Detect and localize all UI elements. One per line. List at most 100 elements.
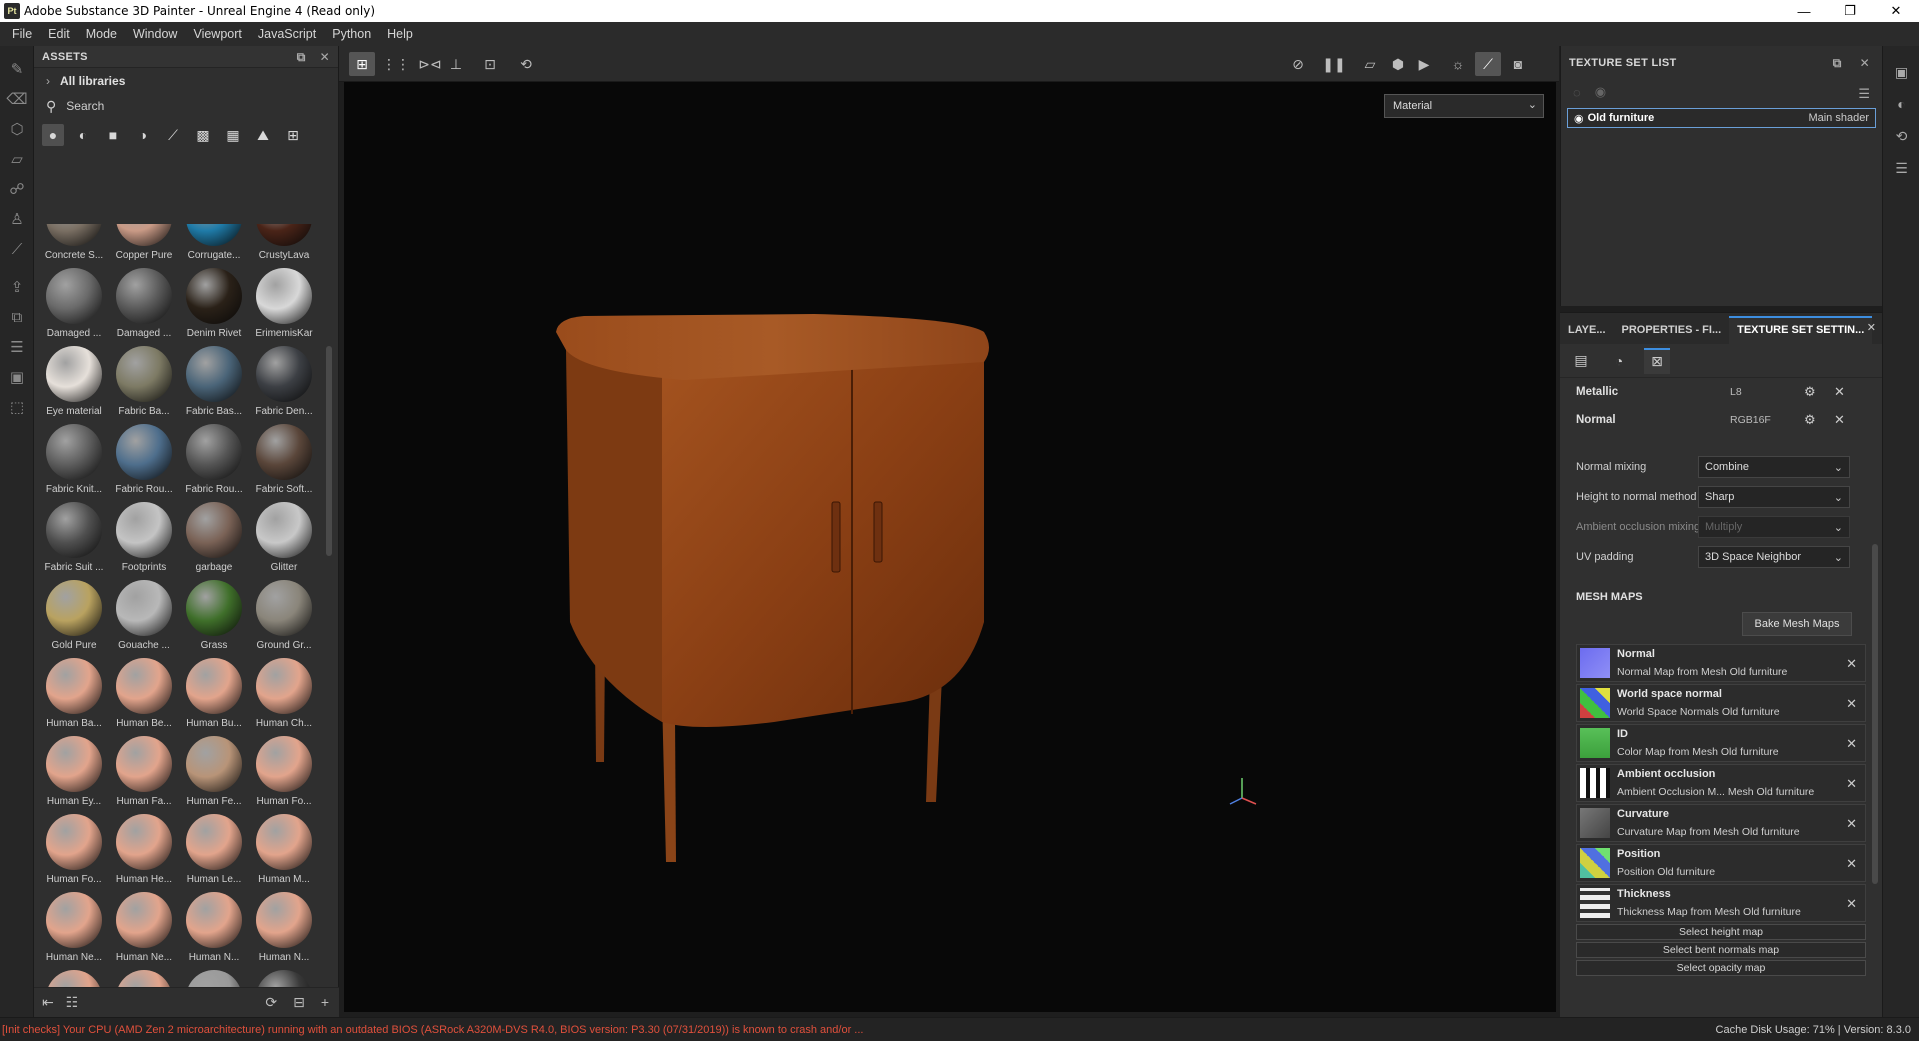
calendar-icon[interactable]: ▤	[1568, 348, 1594, 374]
frame-icon[interactable]: ⊡	[477, 52, 503, 76]
material-thumbnail[interactable]: Fabric Bas...	[180, 346, 248, 424]
color-picker-icon[interactable]: ⟋	[0, 234, 34, 264]
material-thumbnail[interactable]: Human He...	[110, 814, 178, 892]
channel-format[interactable]: RGB16F	[1730, 414, 1771, 426]
select-opacity-map-button[interactable]: Select opacity map	[1576, 960, 1866, 976]
channel-format[interactable]: L8	[1730, 386, 1742, 398]
remove-mesh-map-icon[interactable]: ✕	[1846, 776, 1857, 792]
texture-set-row[interactable]: ◉ Old furniture Main shader	[1567, 108, 1876, 128]
menu-mode[interactable]: Mode	[78, 27, 125, 41]
gear-icon[interactable]: ⚙	[1804, 384, 1816, 400]
material-thumbnail[interactable]: ErimemisKar	[250, 268, 318, 346]
material-thumbnail[interactable]: Human Ne...	[40, 892, 108, 970]
material-thumbnail[interactable]: Footprints	[110, 502, 178, 580]
tab-texture-set-settings[interactable]: TEXTURE SET SETTIN...	[1729, 316, 1873, 344]
material-thumbnail[interactable]: Human Bu...	[180, 658, 248, 736]
normal-mixing-select[interactable]: Combine ⌄	[1698, 456, 1850, 478]
paint-mode-icon[interactable]: ⟋	[1475, 52, 1501, 76]
paint-brush-icon[interactable]: ✎	[0, 54, 34, 84]
material-thumbnail[interactable]: Fabric Soft...	[250, 424, 318, 502]
bake-mesh-maps-button[interactable]: Bake Mesh Maps	[1742, 612, 1852, 636]
menu-icon[interactable]: ☰	[1858, 86, 1870, 102]
shelf-icon[interactable]: ⬚	[0, 392, 34, 422]
shader-settings-icon[interactable]: ◐	[1883, 88, 1919, 120]
layer-stack-icon[interactable]: ☰	[0, 332, 34, 362]
material-thumbnail[interactable]: Human N...	[250, 892, 318, 970]
material-thumbnail[interactable]: Corrugate...	[180, 224, 248, 268]
material-thumbnail[interactable]: Fabric Rou...	[110, 424, 178, 502]
screenshot-icon[interactable]: ◙	[1505, 52, 1531, 76]
pause-icon[interactable]: ❚❚	[1321, 52, 1347, 76]
material-thumbnail[interactable]: Damaged ...	[40, 268, 108, 346]
material-thumbnail[interactable]: Human Ne...	[110, 892, 178, 970]
material-thumbnail[interactable]: Grass	[180, 580, 248, 658]
filter-brushes-icon[interactable]: ⟋	[162, 124, 184, 146]
mesh-map-row[interactable]: ID Color Map from Mesh Old furniture ✕	[1576, 724, 1866, 762]
grid-view-icon[interactable]: ⊞	[282, 124, 304, 146]
remove-channel-icon[interactable]: ✕	[1834, 384, 1845, 400]
log-icon[interactable]: ☰	[1883, 152, 1919, 184]
mesh-map-row[interactable]: Curvature Curvature Map from Mesh Old fur…	[1576, 804, 1866, 842]
smudge-icon[interactable]: ☍	[0, 174, 34, 204]
gear-icon[interactable]: ⚙	[1804, 412, 1816, 428]
remove-mesh-map-icon[interactable]: ✕	[1846, 696, 1857, 712]
visibility-icon[interactable]: ◉	[1595, 84, 1606, 100]
lighting-icon[interactable]: ☼	[1445, 52, 1471, 76]
menu-window[interactable]: Window	[125, 27, 185, 41]
material-thumbnail[interactable]: Fabric Suit ...	[40, 502, 108, 580]
material-thumbnail[interactable]: Human Fo...	[250, 736, 318, 814]
grid-snap-icon[interactable]: ⊞	[349, 52, 375, 76]
material-thumbnail[interactable]: Glitter	[250, 502, 318, 580]
polygon-fill-icon[interactable]: ▱	[0, 144, 34, 174]
filter-masks-icon[interactable]: ■	[102, 124, 124, 146]
menu-help[interactable]: Help	[379, 27, 421, 41]
select-height-map-button[interactable]: Select height map	[1576, 924, 1866, 940]
material-thumbnail[interactable]: CrustyLava	[250, 224, 318, 268]
filter-materials-icon[interactable]: ●	[42, 124, 64, 146]
maximize-button[interactable]: ❐	[1827, 0, 1873, 22]
material-thumbnail[interactable]: Denim Rivet	[180, 268, 248, 346]
material-thumbnail[interactable]: Fabric Den...	[250, 346, 318, 424]
filter-filters-icon[interactable]: ◑	[132, 124, 154, 146]
remove-mesh-map-icon[interactable]: ✕	[1846, 656, 1857, 672]
filter-procedurals-icon[interactable]: ▩	[192, 124, 214, 146]
display-settings-icon[interactable]: ▣	[0, 362, 34, 392]
material-thumbnail[interactable]: Copper Pure	[110, 224, 178, 268]
uv-padding-select[interactable]: 3D Space Neighbor ⌄	[1698, 546, 1850, 568]
3d-view-icon[interactable]: ⬢	[1385, 52, 1411, 76]
asset-search[interactable]: ⚲ Search	[34, 94, 338, 118]
add-icon[interactable]: +	[321, 994, 329, 1011]
material-thumbnail[interactable]: Human N...	[180, 892, 248, 970]
material-thumbnail[interactable]: Eye material	[40, 346, 108, 424]
menu-javascript[interactable]: JavaScript	[250, 27, 324, 41]
tiling-icon[interactable]: ⋮⋮	[382, 52, 410, 76]
float-panel-icon[interactable]: ⧉	[1833, 56, 1842, 71]
material-thumbnail[interactable]: Human Le...	[180, 814, 248, 892]
menu-edit[interactable]: Edit	[40, 27, 78, 41]
material-thumbnail[interactable]: garbage	[180, 502, 248, 580]
import-icon[interactable]: ⇤	[42, 994, 54, 1011]
float-panel-icon[interactable]: ⧉	[297, 50, 306, 65]
camera-icon[interactable]: ▶	[1411, 52, 1437, 76]
projection-icon[interactable]: ⬡	[0, 114, 34, 144]
material-thumbnail[interactable]: Human Fe...	[180, 736, 248, 814]
mesh-map-row[interactable]: Ambient occlusion Ambient Occlusion M... …	[1576, 764, 1866, 802]
remove-channel-icon[interactable]: ✕	[1834, 412, 1845, 428]
init-warning[interactable]: [Init checks] Your CPU (AMD Zen 2 microa…	[2, 1024, 863, 1036]
material-thumbnail[interactable]: Human Be...	[110, 658, 178, 736]
select-bent-normals-button[interactable]: Select bent normals map	[1576, 942, 1866, 958]
refresh-icon[interactable]: ⟳	[265, 994, 277, 1011]
close-panel-icon[interactable]: ✕	[1867, 321, 1876, 334]
eye-icon[interactable]: ◉	[1574, 112, 1584, 125]
menu-file[interactable]: File	[4, 27, 40, 41]
list-view-icon[interactable]: ☷	[66, 994, 79, 1011]
material-thumbnail[interactable]: Gold Pure	[40, 580, 108, 658]
remove-mesh-map-icon[interactable]: ✕	[1846, 896, 1857, 912]
folder-icon[interactable]: ⊟	[293, 994, 305, 1011]
material-thumbnail[interactable]: Human Ba...	[40, 658, 108, 736]
viewport-3d[interactable]: Material ⌄	[344, 82, 1556, 1012]
history-icon[interactable]: ⟲	[1883, 120, 1919, 152]
uv-icon[interactable]: ⊠	[1644, 347, 1670, 374]
tab-properties[interactable]: PROPERTIES - FI...	[1614, 324, 1730, 344]
mesh-map-row[interactable]: Thickness Thickness Map from Mesh Old fur…	[1576, 884, 1866, 922]
